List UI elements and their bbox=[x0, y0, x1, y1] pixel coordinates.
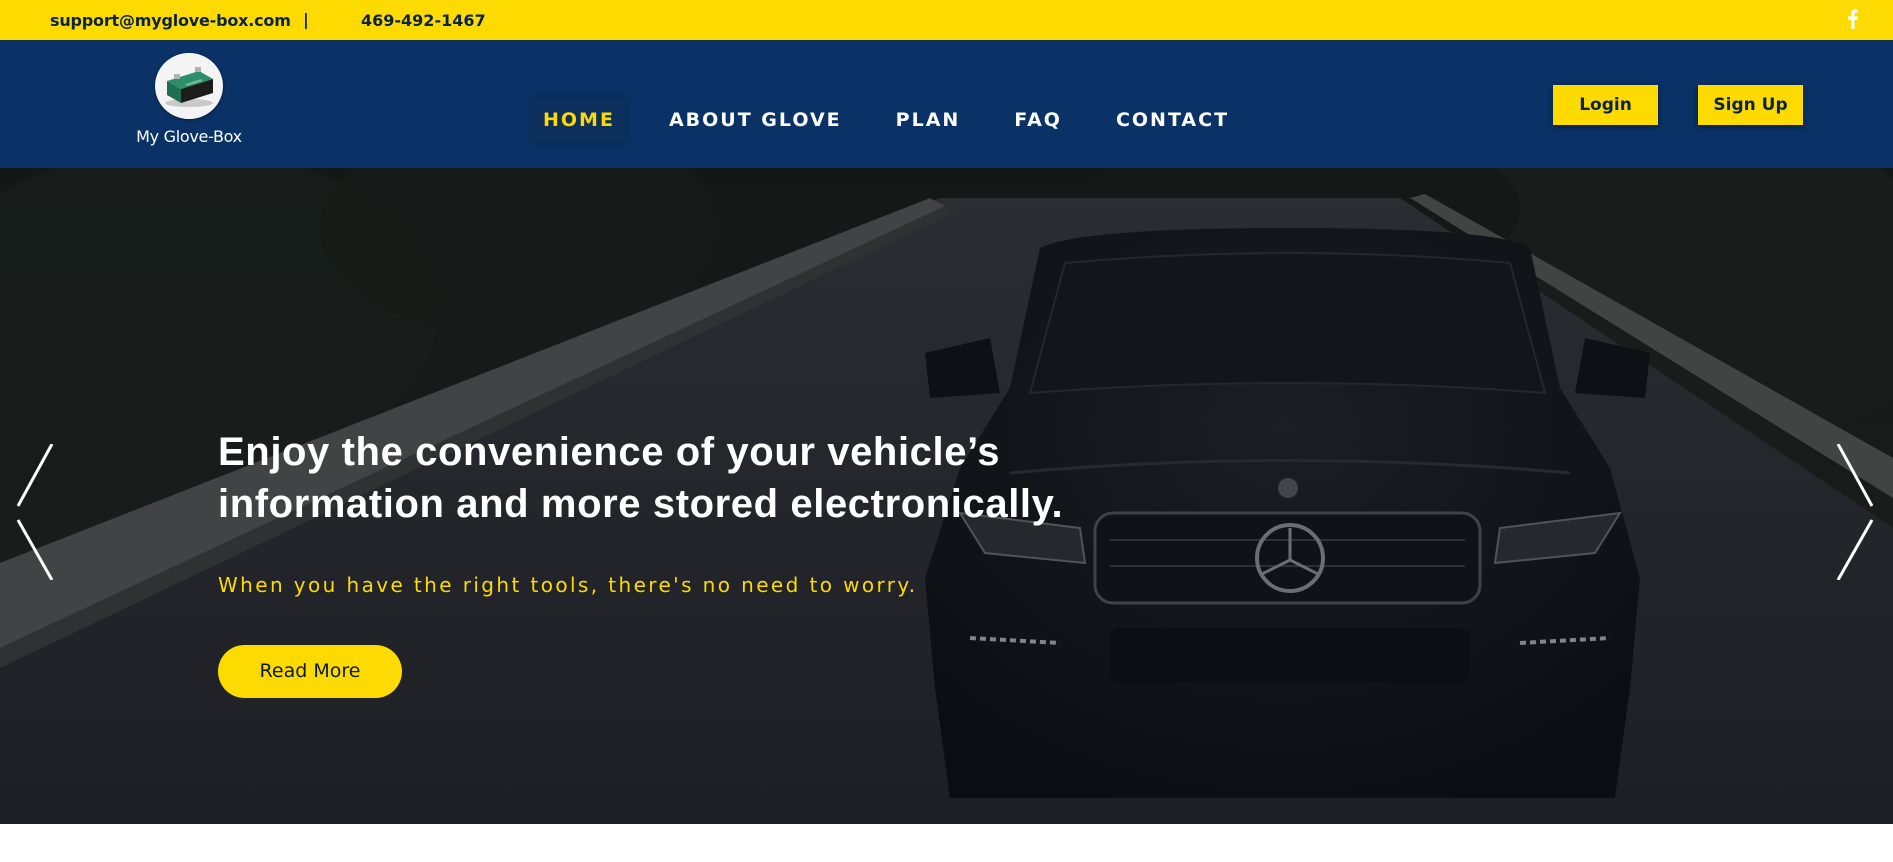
hero-slider: Enjoy the convenience of your vehicle’s … bbox=[0, 168, 1893, 824]
support-email-link[interactable]: support@myglove-box.com bbox=[50, 11, 291, 30]
hero-title-line-2: information and more stored electronical… bbox=[218, 482, 1064, 526]
facebook-icon[interactable] bbox=[1843, 8, 1863, 30]
nav-item-about-glove[interactable]: ABOUT GLOVE bbox=[658, 97, 853, 143]
contact-bar: support@myglove-box.com | 469-492-1467 bbox=[0, 0, 1893, 40]
hero-title-line-1: Enjoy the convenience of your vehicle’s bbox=[218, 430, 1001, 474]
site-logo[interactable]: My Glove-Box bbox=[135, 53, 243, 153]
hero-title: Enjoy the convenience of your vehicle’s … bbox=[218, 426, 1218, 530]
chevron-right-icon[interactable] bbox=[1834, 444, 1874, 580]
car-battery-icon bbox=[155, 53, 223, 119]
page-content-below bbox=[0, 824, 1893, 862]
phone-number-link[interactable]: 469-492-1467 bbox=[361, 11, 486, 30]
nav-item-plan[interactable]: PLAN bbox=[885, 97, 972, 143]
logo-caption: My Glove-Box bbox=[136, 127, 242, 146]
read-more-button[interactable]: Read More bbox=[218, 645, 402, 698]
sign-up-button[interactable]: Sign Up bbox=[1698, 85, 1803, 125]
contact-separator: | bbox=[303, 10, 309, 29]
nav-item-faq[interactable]: FAQ bbox=[1003, 97, 1073, 143]
chevron-left-icon[interactable] bbox=[16, 444, 56, 580]
main-navigation: HOME ABOUT GLOVE PLAN FAQ CONTACT bbox=[532, 96, 1240, 144]
hero-subtitle: When you have the right tools, there's n… bbox=[218, 573, 918, 597]
nav-item-contact[interactable]: CONTACT bbox=[1105, 97, 1240, 143]
login-button[interactable]: Login bbox=[1553, 85, 1658, 125]
nav-item-home[interactable]: HOME bbox=[532, 97, 626, 143]
